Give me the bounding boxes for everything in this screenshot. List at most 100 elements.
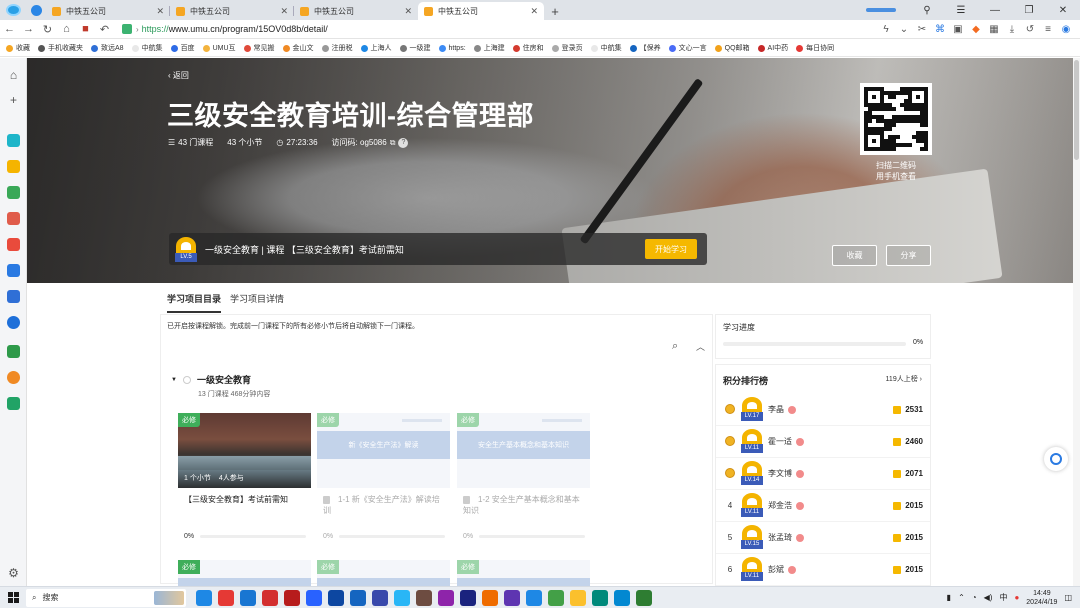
leaderboard-row[interactable]: 4 LV.11 郑金浩 2015 — [716, 490, 930, 522]
reload-icon[interactable]: ↻ — [38, 23, 57, 36]
leaderboard-row[interactable]: LV.14 李文博 2071 — [716, 458, 930, 490]
tab-close-icon[interactable]: ✕ — [530, 6, 538, 17]
video-sidebar-icon[interactable] — [7, 238, 20, 251]
pin-icon[interactable]: ⚲ — [910, 5, 944, 16]
tab-catalog[interactable]: 学习项目目录 — [167, 292, 222, 313]
search-icon[interactable]: ⌕ — [672, 340, 678, 353]
taskbar-app-icon[interactable] — [614, 589, 630, 606]
bookmark-item[interactable]: 登录页 — [551, 43, 583, 53]
bookmark-item[interactable]: 住房和 — [512, 43, 544, 53]
settings-sidebar-icon[interactable]: ⚙ — [6, 566, 21, 580]
taskbar-app-icon[interactable] — [592, 589, 608, 606]
favorite-button[interactable]: 收藏 — [832, 245, 877, 266]
leaderboard-row[interactable]: 6 LV.11 彭斌 2015 — [716, 554, 930, 586]
taskbar-app-icon[interactable] — [306, 589, 322, 606]
course-card[interactable]: 必修 — [457, 560, 590, 586]
bookmark-item[interactable]: 中航集 — [590, 43, 622, 53]
volume-icon[interactable]: ◀) — [984, 593, 993, 602]
game-icon[interactable]: ◆ — [970, 24, 982, 35]
bookmark-item[interactable]: https: — [438, 44, 466, 52]
leaderboard-row[interactable]: 5 LV.15 张孟琦 2015 — [716, 522, 930, 554]
tab-close-icon[interactable]: ✕ — [280, 6, 288, 17]
taskbar-app-icon[interactable] — [636, 589, 652, 606]
flower-icon[interactable] — [788, 565, 796, 574]
more-menu-icon[interactable]: ≡ — [1042, 24, 1054, 35]
bookmark-item[interactable]: 每日协同 — [796, 43, 834, 53]
share-button[interactable]: 分享 — [886, 245, 931, 266]
folder-sidebar-icon[interactable] — [7, 397, 20, 410]
tab-close-icon[interactable]: ✕ — [404, 6, 412, 17]
taskbar-app-icon[interactable] — [262, 589, 278, 606]
leaderboard-row[interactable]: LV.11 霍一适 2460 — [716, 426, 930, 458]
flower-icon[interactable] — [788, 405, 796, 414]
add-sidebar-icon[interactable]: + — [6, 93, 21, 107]
taskbar-app-icon[interactable] — [416, 589, 432, 606]
doc-sidebar-icon[interactable] — [7, 212, 20, 225]
tab-search-icon[interactable] — [26, 0, 46, 20]
maximize-button[interactable]: ❐ — [1012, 5, 1046, 16]
taskbar-app-icon[interactable] — [372, 589, 388, 606]
menu-icon[interactable]: ☰ — [944, 5, 978, 16]
taskbar-search[interactable]: ⌕ 搜索 — [26, 588, 186, 607]
undo-icon[interactable]: ↶ — [95, 23, 114, 36]
bookmark-item[interactable]: 上海人 — [360, 43, 392, 53]
network-icon[interactable]: ◔ — [972, 593, 977, 602]
section-header[interactable]: ▼ 一级安全教育 — [171, 373, 251, 386]
cut-icon[interactable]: ✂ — [916, 24, 928, 35]
bookmark-item[interactable]: 致远A8 — [91, 43, 124, 53]
help-icon[interactable]: ? — [398, 137, 409, 148]
ime-indicator[interactable]: 中 — [999, 592, 1007, 603]
scrollbar-thumb[interactable] — [1074, 60, 1079, 160]
home-icon[interactable]: ⌂ — [57, 23, 76, 35]
app-sidebar-icon[interactable] — [7, 134, 20, 147]
caret-down-icon[interactable]: ▼ — [171, 377, 177, 383]
bookmark-item[interactable]: 注册税 — [321, 43, 353, 53]
translate-sidebar-icon[interactable] — [7, 264, 20, 277]
back-icon[interactable]: ← — [0, 23, 19, 35]
taskbar-app-icon[interactable] — [350, 589, 366, 606]
bookmark-item[interactable]: UMU互 — [202, 43, 236, 53]
start-learning-button[interactable]: 开始学习 — [645, 239, 697, 259]
taskbar-app-icon[interactable] — [570, 589, 586, 606]
taskbar-app-icon[interactable] — [438, 589, 454, 606]
taskbar-app-icon[interactable] — [240, 589, 256, 606]
screenshot-icon[interactable]: ▣ — [952, 24, 964, 35]
undo-tab-icon[interactable]: ↺ — [1024, 24, 1036, 35]
taskbar-app-icon[interactable] — [548, 589, 564, 606]
course-card[interactable]: 必修 — [317, 560, 450, 586]
copy-icon[interactable]: ⧉ — [390, 138, 396, 148]
bookmark-item[interactable]: 金山文 — [282, 43, 314, 53]
tools-sidebar-icon[interactable] — [7, 345, 20, 358]
forward-icon[interactable]: → — [19, 23, 38, 35]
flower-icon[interactable] — [796, 501, 804, 510]
minimize-button[interactable]: — — [978, 5, 1012, 16]
leaderboard-row[interactable]: LV.17 李晶 2531 — [716, 394, 930, 426]
browser-tab[interactable]: 中铁五公司 ✕ — [294, 2, 418, 20]
site-info-icon[interactable]: › — [136, 25, 139, 34]
battery-icon[interactable]: ▮ — [947, 593, 951, 602]
flower-icon[interactable] — [796, 533, 804, 542]
bookmark-item[interactable]: 一级建 — [399, 43, 431, 53]
tab-close-icon[interactable]: ✕ — [156, 6, 164, 17]
flower-icon[interactable] — [796, 469, 804, 478]
browser-tab[interactable]: 中铁五公司 ✕ — [170, 2, 294, 20]
bookmark-item[interactable]: 中航集 — [131, 43, 163, 53]
taskbar-app-icon[interactable] — [196, 589, 212, 606]
lightning-icon[interactable]: ϟ — [880, 24, 892, 35]
taskbar-app-icon[interactable] — [284, 589, 300, 606]
bookmark-item[interactable]: 【保养 — [629, 43, 661, 53]
notifications-icon[interactable]: ◫ — [1064, 593, 1072, 602]
course-card[interactable]: 必修 — [178, 560, 311, 586]
notes-sidebar-icon[interactable] — [7, 290, 20, 303]
leaderboard-more-link[interactable]: 119人上榜 › — [886, 374, 922, 384]
bookmark-item[interactable]: 百度 — [170, 43, 195, 53]
flower-icon[interactable] — [796, 437, 804, 446]
tray-expand-icon[interactable]: ⌃ — [958, 593, 965, 602]
browser-badge-icon[interactable]: ◉ — [1060, 24, 1072, 35]
taskbar-app-icon[interactable] — [504, 589, 520, 606]
course-card-locked[interactable]: 安全生产基本概念和基本知识 必修 1-2 安全生产基本概念和基本知识 0% — [457, 413, 590, 551]
taskbar-app-icon[interactable] — [218, 589, 234, 606]
bookmark-item[interactable]: 文心一言 — [668, 43, 707, 53]
star-sidebar-icon[interactable] — [7, 160, 20, 173]
course-card[interactable]: 1 个小节 4人参与 必修 【三级安全教育】考试前需知 0% — [178, 413, 311, 551]
